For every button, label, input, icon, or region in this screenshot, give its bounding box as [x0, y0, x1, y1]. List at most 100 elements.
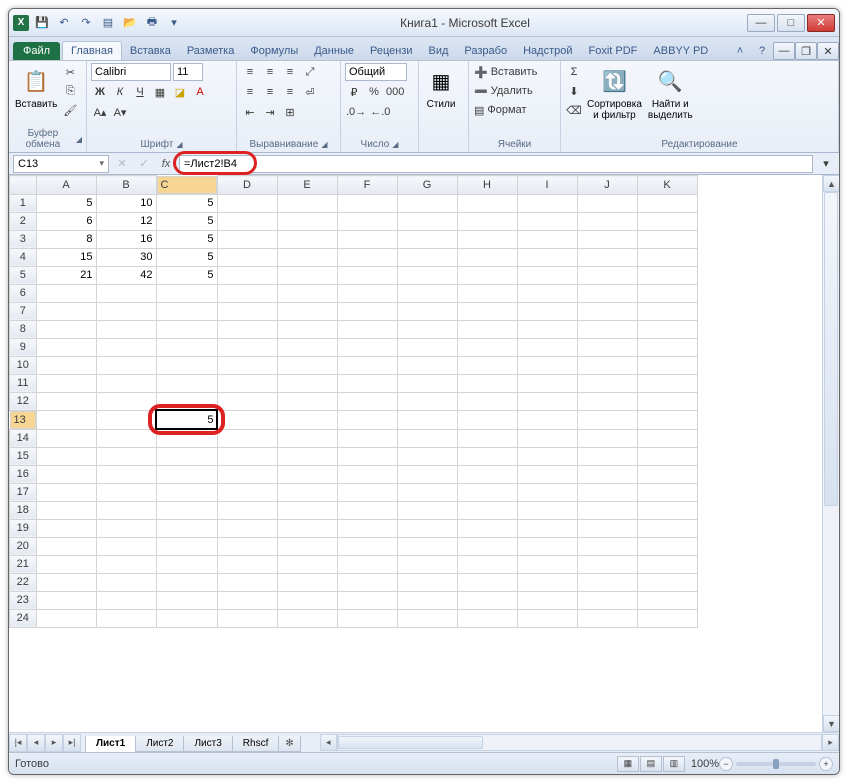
cell-C8[interactable]	[156, 320, 217, 338]
cell-F7[interactable]	[337, 302, 397, 320]
cell-I5[interactable]	[517, 266, 577, 284]
cell-E6[interactable]	[277, 284, 337, 302]
col-header-B[interactable]: B	[96, 176, 156, 195]
hscroll-thumb[interactable]	[338, 736, 483, 749]
cell-C6[interactable]	[156, 284, 217, 302]
cell-G14[interactable]	[397, 429, 457, 447]
cell-I16[interactable]	[517, 465, 577, 483]
cell-K4[interactable]	[637, 248, 697, 266]
spreadsheet-grid[interactable]: ABCDEFGHIJK15105261253816541530552142567…	[9, 175, 698, 628]
cell-B18[interactable]	[96, 501, 156, 519]
cell-I8[interactable]	[517, 320, 577, 338]
font-size-select[interactable]: 11	[173, 63, 203, 81]
cell-J12[interactable]	[577, 392, 637, 410]
cell-G3[interactable]	[397, 230, 457, 248]
qat-save-icon[interactable]: 💾	[33, 14, 51, 32]
cell-H19[interactable]	[457, 519, 517, 537]
sheet-nav-last-icon[interactable]: ▸|	[63, 734, 81, 752]
cell-K9[interactable]	[637, 338, 697, 356]
cell-F17[interactable]	[337, 483, 397, 501]
cell-K11[interactable]	[637, 374, 697, 392]
cell-D19[interactable]	[217, 519, 277, 537]
cell-C9[interactable]	[156, 338, 217, 356]
cell-A9[interactable]	[36, 338, 96, 356]
cell-K6[interactable]	[637, 284, 697, 302]
col-header-G[interactable]: G	[397, 176, 457, 195]
cell-K3[interactable]	[637, 230, 697, 248]
font-name-select[interactable]: Calibri	[91, 63, 171, 81]
cell-C15[interactable]	[156, 447, 217, 465]
cell-G17[interactable]	[397, 483, 457, 501]
cell-I20[interactable]	[517, 537, 577, 555]
ribbon-tab-рецензи[interactable]: Рецензи	[362, 42, 421, 60]
cut-icon[interactable]: ✂	[61, 63, 79, 81]
row-header-13[interactable]: 13	[10, 411, 36, 429]
cell-D7[interactable]	[217, 302, 277, 320]
cell-G1[interactable]	[397, 194, 457, 212]
col-header-F[interactable]: F	[337, 176, 397, 195]
cell-F6[interactable]	[337, 284, 397, 302]
cell-J23[interactable]	[577, 591, 637, 609]
cell-D17[interactable]	[217, 483, 277, 501]
cell-C4[interactable]: 5	[156, 248, 217, 266]
row-header-1[interactable]: 1	[10, 194, 37, 212]
cell-D10[interactable]	[217, 356, 277, 374]
cell-H17[interactable]	[457, 483, 517, 501]
zoom-out-button[interactable]: −	[719, 757, 733, 771]
cell-G23[interactable]	[397, 591, 457, 609]
cell-B9[interactable]	[96, 338, 156, 356]
cell-K19[interactable]	[637, 519, 697, 537]
bold-button[interactable]: Ж	[91, 83, 109, 101]
cell-E21[interactable]	[277, 555, 337, 573]
cell-A19[interactable]	[36, 519, 96, 537]
cell-E8[interactable]	[277, 320, 337, 338]
cell-D11[interactable]	[217, 374, 277, 392]
cell-C20[interactable]	[156, 537, 217, 555]
cell-C21[interactable]	[156, 555, 217, 573]
col-header-E[interactable]: E	[277, 176, 337, 195]
cell-B5[interactable]: 42	[96, 266, 156, 284]
row-header-19[interactable]: 19	[10, 519, 37, 537]
cell-H6[interactable]	[457, 284, 517, 302]
sheet-nav-prev-icon[interactable]: ◂	[27, 734, 45, 752]
scroll-right-icon[interactable]: ▸	[822, 734, 839, 751]
row-header-7[interactable]: 7	[10, 302, 37, 320]
cell-C13[interactable]: 5	[156, 410, 217, 429]
sheet-tab-Лист1[interactable]: Лист1	[85, 736, 136, 752]
cell-G11[interactable]	[397, 374, 457, 392]
cell-D18[interactable]	[217, 501, 277, 519]
delete-cells-button[interactable]: ➖Удалить	[473, 82, 534, 100]
cell-K13[interactable]	[637, 410, 697, 429]
cell-K17[interactable]	[637, 483, 697, 501]
ribbon-tab-формулы[interactable]: Формулы	[242, 42, 306, 60]
cell-E4[interactable]	[277, 248, 337, 266]
workbook-minimize-button[interactable]: —	[773, 42, 795, 60]
cell-A7[interactable]	[36, 302, 96, 320]
cell-I10[interactable]	[517, 356, 577, 374]
cell-B21[interactable]	[96, 555, 156, 573]
cell-B24[interactable]	[96, 609, 156, 627]
cell-G16[interactable]	[397, 465, 457, 483]
scroll-up-icon[interactable]: ▲	[823, 175, 839, 192]
cell-H5[interactable]	[457, 266, 517, 284]
cell-E13[interactable]	[277, 410, 337, 429]
cell-I22[interactable]	[517, 573, 577, 591]
help-icon[interactable]: ?	[753, 42, 771, 60]
cell-C16[interactable]	[156, 465, 217, 483]
row-header-15[interactable]: 15	[10, 447, 37, 465]
decrease-font-icon[interactable]: A▾	[111, 103, 129, 121]
cell-B17[interactable]	[96, 483, 156, 501]
row-header-18[interactable]: 18	[10, 501, 37, 519]
zoom-slider[interactable]	[736, 762, 816, 766]
cell-F9[interactable]	[337, 338, 397, 356]
cell-B15[interactable]	[96, 447, 156, 465]
cell-D22[interactable]	[217, 573, 277, 591]
cell-D24[interactable]	[217, 609, 277, 627]
sheet-tab-Rhscf[interactable]: Rhscf	[232, 736, 280, 752]
cell-A10[interactable]	[36, 356, 96, 374]
cell-B13[interactable]	[96, 410, 156, 429]
italic-button[interactable]: К	[111, 83, 129, 101]
orientation-icon[interactable]: ⤢	[301, 63, 319, 81]
percent-icon[interactable]: %	[365, 83, 383, 101]
cell-I15[interactable]	[517, 447, 577, 465]
